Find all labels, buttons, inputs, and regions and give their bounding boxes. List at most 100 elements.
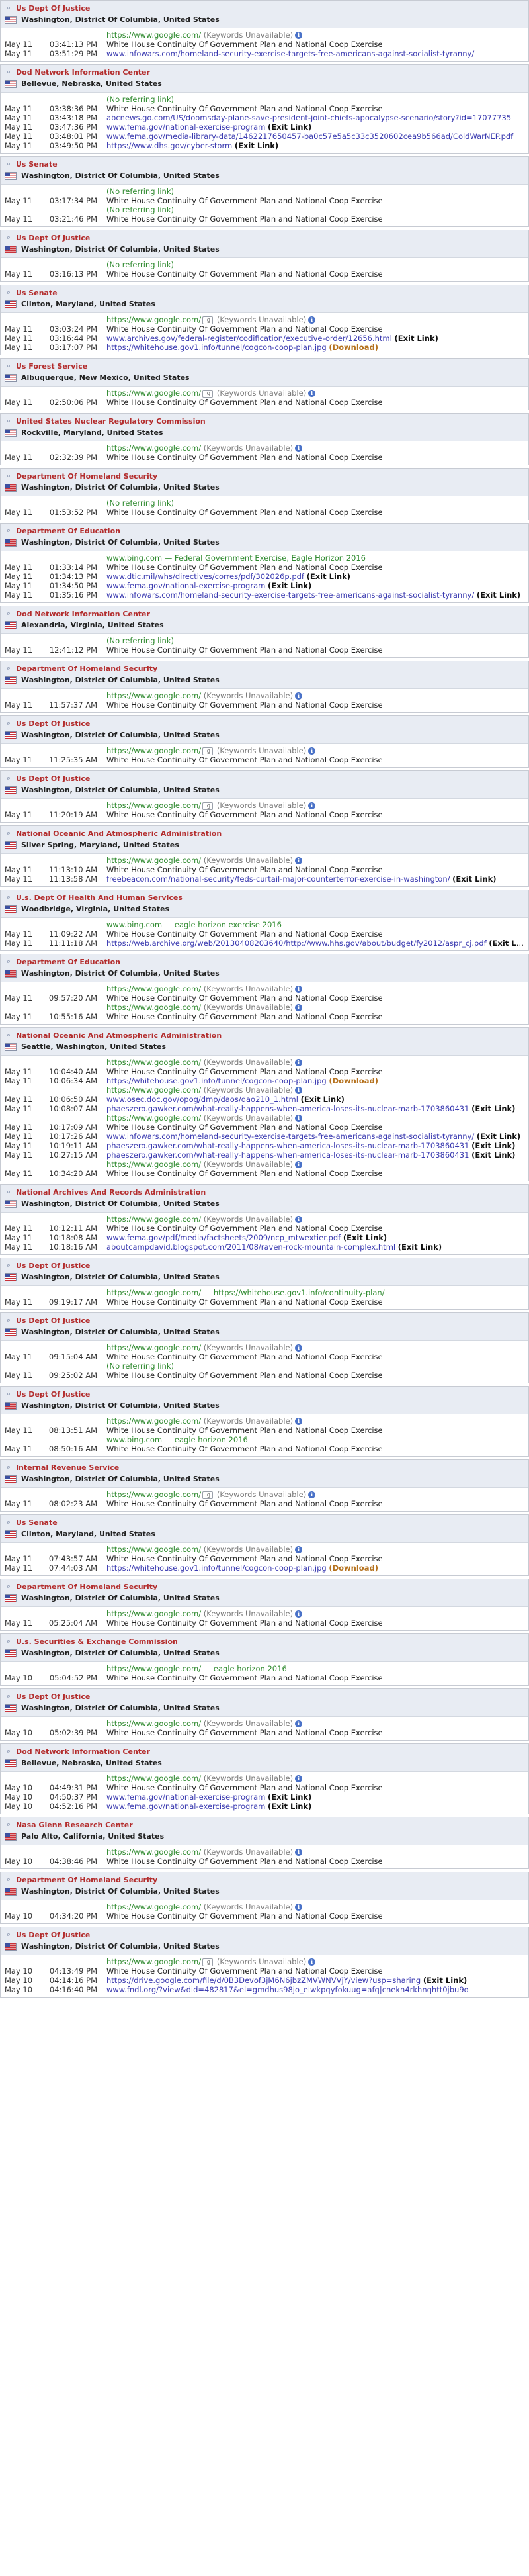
page-title[interactable]: White House Continuity Of Government Pla… (106, 508, 383, 517)
organization-name[interactable]: National Oceanic And Atmospheric Adminis… (16, 829, 222, 838)
info-icon[interactable]: i (295, 1720, 303, 1727)
referrer-link[interactable]: https://www.google.com/ (106, 1343, 201, 1352)
page-title[interactable]: White House Continuity Of Government Pla… (106, 1783, 383, 1792)
page-title[interactable]: White House Continuity Of Government Pla… (106, 1728, 383, 1737)
page-url-link[interactable]: www.fema.gov/national-exercise-program (106, 1792, 265, 1802)
page-url-link[interactable]: https://whitehouse.gov1.info/tunnel/cogc… (106, 343, 327, 352)
page-title[interactable]: White House Continuity Of Government Pla… (106, 1123, 383, 1132)
info-icon[interactable]: i (308, 316, 316, 324)
page-url-link[interactable]: https://drive.google.com/file/d/0B3Devof… (106, 1976, 421, 1985)
page-title[interactable]: White House Continuity Of Government Pla… (106, 453, 383, 462)
magnifier-icon[interactable]: ⌕ (5, 664, 13, 673)
info-icon[interactable]: i (295, 1775, 303, 1782)
page-title[interactable]: White House Continuity Of Government Pla… (106, 1067, 383, 1076)
page-title[interactable]: White House Continuity Of Government Pla… (106, 1012, 383, 1021)
organization-name[interactable]: Us Dept Of Justice (16, 1692, 90, 1701)
info-icon[interactable]: i (308, 747, 316, 755)
organization-name[interactable]: Us Dept Of Justice (16, 1262, 90, 1270)
organization-name[interactable]: Us Dept Of Justice (16, 1316, 90, 1325)
page-title[interactable]: White House Continuity Of Government Pla… (106, 563, 383, 572)
referrer-link[interactable]: https://www.google.com/ (106, 1113, 201, 1123)
page-title[interactable]: White House Continuity Of Government Pla… (106, 398, 383, 407)
organization-name[interactable]: Us Dept Of Justice (16, 1931, 90, 1939)
magnifier-icon[interactable]: ⌕ (5, 1820, 13, 1829)
organization-name[interactable]: Department Of Homeland Security (16, 1876, 157, 1884)
google-search-icon[interactable]: ·g (202, 802, 214, 810)
referrer-link[interactable]: https://www.google.com/ — https://whiteh… (106, 1288, 385, 1297)
page-title[interactable]: White House Continuity Of Government Pla… (106, 810, 383, 819)
referrer-link[interactable]: https://www.google.com/ (106, 1609, 201, 1618)
info-icon[interactable]: i (295, 1161, 303, 1168)
page-url-link[interactable]: www.dtic.mil/whs/directives/corres/pdf/3… (106, 572, 304, 581)
magnifier-icon[interactable]: ⌕ (5, 1463, 13, 1472)
magnifier-icon[interactable]: ⌕ (5, 1389, 13, 1399)
referrer-link[interactable]: https://www.google.com/ (106, 1416, 201, 1426)
referrer-link[interactable]: https://www.google.com/ (106, 801, 201, 810)
page-title[interactable]: White House Continuity Of Government Pla… (106, 1911, 383, 1921)
page-url-link[interactable]: phaeszero.gawker.com/what-really-happens… (106, 1141, 469, 1150)
page-url-link[interactable]: www.infowars.com/homeland-security-exerc… (106, 49, 474, 58)
page-url-link[interactable]: https://whitehouse.gov1.info/tunnel/cogc… (106, 1076, 327, 1085)
page-url-link[interactable]: www.fema.gov/national-exercise-program (106, 122, 265, 132)
organization-name[interactable]: Us Forest Service (16, 362, 87, 371)
referrer-link[interactable]: https://www.google.com/ (106, 1847, 201, 1857)
info-icon[interactable]: i (308, 1491, 316, 1498)
page-title[interactable]: White House Continuity Of Government Pla… (106, 324, 383, 334)
info-icon[interactable]: i (308, 1958, 316, 1966)
page-title[interactable]: White House Continuity Of Government Pla… (106, 1426, 383, 1435)
page-title[interactable]: White House Continuity Of Government Pla… (106, 929, 383, 939)
page-url-link[interactable]: www.infowars.com/homeland-security-exerc… (106, 590, 474, 600)
organization-name[interactable]: Us Dept Of Justice (16, 234, 90, 242)
page-title[interactable]: White House Continuity Of Government Pla… (106, 269, 383, 279)
referrer-link[interactable]: https://www.google.com/ (106, 30, 201, 40)
page-url-link[interactable]: www.archives.gov/federal-register/codifi… (106, 334, 392, 343)
page-title[interactable]: White House Continuity Of Government Pla… (106, 104, 383, 113)
organization-name[interactable]: Department Of Homeland Security (16, 1583, 157, 1591)
organization-name[interactable]: Dod Network Information Center (16, 1747, 150, 1756)
page-title[interactable]: White House Continuity Of Government Pla… (106, 196, 383, 205)
magnifier-icon[interactable]: ⌕ (5, 1582, 13, 1591)
organization-name[interactable]: Department Of Homeland Security (16, 472, 157, 481)
referrer-link[interactable]: https://www.google.com/ (106, 1957, 201, 1966)
referrer-link[interactable]: https://www.google.com/ (106, 1719, 201, 1728)
organization-name[interactable]: Us Senate (16, 160, 58, 169)
info-icon[interactable]: i (295, 692, 303, 700)
magnifier-icon[interactable]: ⌕ (5, 1930, 13, 1939)
referrer-link[interactable]: https://www.google.com/ (106, 315, 201, 324)
page-title[interactable]: White House Continuity Of Government Pla… (106, 1966, 383, 1976)
organization-name[interactable]: National Archives And Records Administra… (16, 1188, 206, 1197)
info-icon[interactable]: i (295, 1610, 303, 1618)
magnifier-icon[interactable]: ⌕ (5, 957, 13, 966)
page-url-link[interactable]: https://www.dhs.gov/cyber-storm (106, 141, 232, 150)
page-title[interactable]: White House Continuity Of Government Pla… (106, 865, 383, 874)
info-icon[interactable]: i (295, 445, 303, 452)
referrer-link[interactable]: https://www.google.com/ (106, 1215, 201, 1224)
page-title[interactable]: White House Continuity Of Government Pla… (106, 1618, 383, 1628)
page-url-link[interactable]: phaeszero.gawker.com/what-really-happens… (106, 1104, 469, 1113)
organization-name[interactable]: Department Of Education (16, 527, 120, 535)
referrer-link[interactable]: https://www.google.com/ (106, 1774, 201, 1783)
page-url-link[interactable]: abcnews.go.com/US/doomsday-plane-save-pr… (106, 113, 511, 122)
organization-name[interactable]: Us Senate (16, 1518, 58, 1527)
magnifier-icon[interactable]: ⌕ (5, 68, 13, 77)
magnifier-icon[interactable]: ⌕ (5, 233, 13, 242)
info-icon[interactable]: i (295, 1849, 303, 1856)
organization-name[interactable]: Dod Network Information Center (16, 68, 150, 77)
magnifier-icon[interactable]: ⌕ (5, 609, 13, 618)
page-title[interactable]: White House Continuity Of Government Pla… (106, 755, 383, 764)
organization-name[interactable]: National Oceanic And Atmospheric Adminis… (16, 1031, 222, 1040)
magnifier-icon[interactable]: ⌕ (5, 829, 13, 838)
referrer-link[interactable]: https://www.google.com/ (106, 984, 201, 993)
referrer-link[interactable]: https://www.google.com/ (106, 1003, 201, 1012)
magnifier-icon[interactable]: ⌕ (5, 160, 13, 169)
page-url-link[interactable]: www.infowars.com/homeland-security-exerc… (106, 1132, 474, 1141)
google-search-icon[interactable]: ·g (202, 389, 214, 398)
info-icon[interactable]: i (295, 1344, 303, 1352)
organization-name[interactable]: Department Of Homeland Security (16, 665, 157, 673)
page-url-link[interactable]: freebeacon.com/national-security/feds-cu… (106, 874, 450, 884)
organization-name[interactable]: Us Dept Of Justice (16, 1390, 90, 1399)
google-search-icon[interactable]: ·g (202, 1958, 214, 1966)
referrer-link[interactable]: https://www.google.com/ — eagle horizon … (106, 1664, 287, 1673)
magnifier-icon[interactable]: ⌕ (5, 471, 13, 481)
organization-name[interactable]: U.s. Dept Of Health And Human Services (16, 894, 183, 902)
